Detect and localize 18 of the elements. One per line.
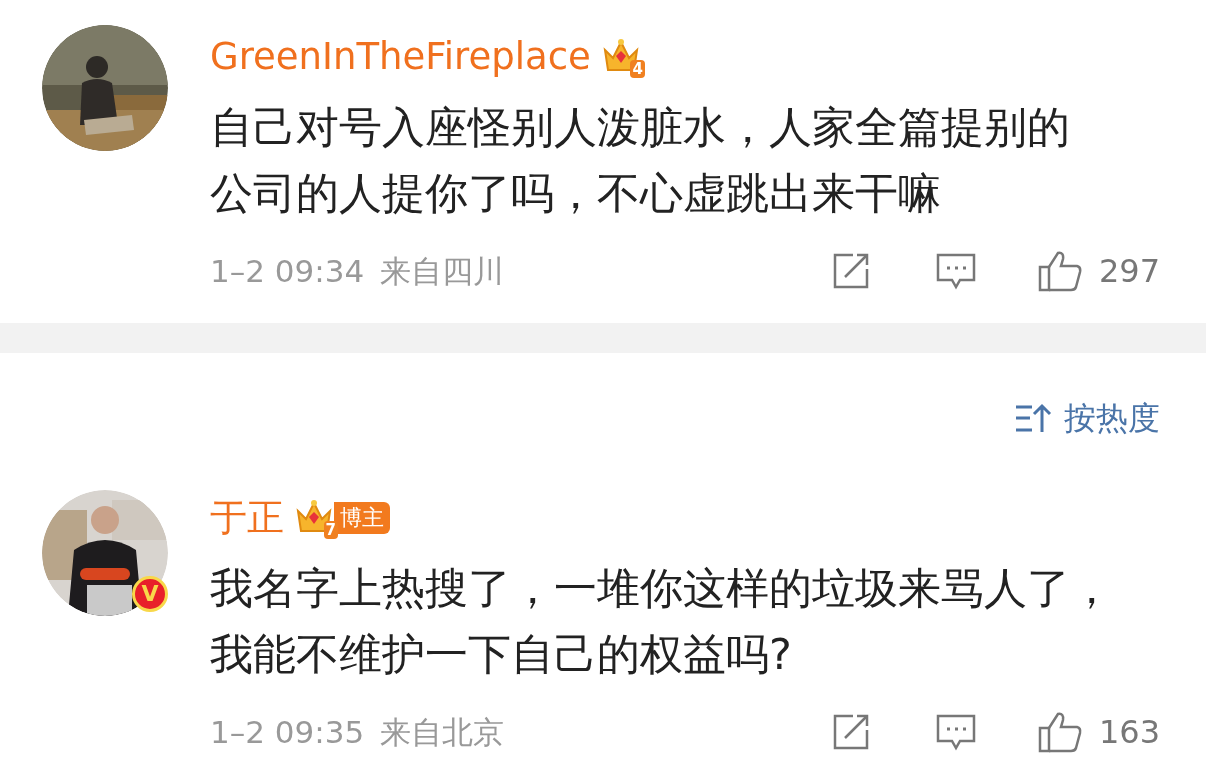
comment-icon[interactable] bbox=[934, 712, 977, 752]
sort-icon bbox=[1014, 402, 1052, 434]
like-icon[interactable] bbox=[1036, 249, 1083, 293]
like-count: 297 bbox=[1098, 251, 1160, 292]
verified-badge: V bbox=[132, 576, 168, 612]
comment-location: 来自北京 bbox=[380, 712, 505, 752]
comment-location: 来自四川 bbox=[380, 251, 505, 291]
username[interactable]: 于正 bbox=[210, 488, 284, 548]
comment-time: 1–2 09:35 bbox=[210, 712, 365, 752]
username[interactable]: GreenInTheFireplace bbox=[210, 27, 591, 87]
sort-button[interactable]: 按热度 bbox=[1014, 398, 1160, 438]
like-icon[interactable] bbox=[1036, 710, 1083, 754]
comment-time: 1–2 09:34 bbox=[210, 251, 365, 291]
comment-text: 自己对号入座怪别人泼脏水，人家全篇提别的 公司的人提你了吗，不心虚跳出来干嘛 bbox=[210, 101, 1071, 220]
author-tag: 博主 bbox=[334, 502, 390, 534]
like-count: 163 bbox=[1098, 712, 1160, 753]
comment-icon[interactable] bbox=[934, 251, 977, 291]
comment-text: 我名字上热搜了，一堆你这样的垃圾来骂人了， 我能不维护一下自己的权益吗? bbox=[210, 562, 1114, 681]
